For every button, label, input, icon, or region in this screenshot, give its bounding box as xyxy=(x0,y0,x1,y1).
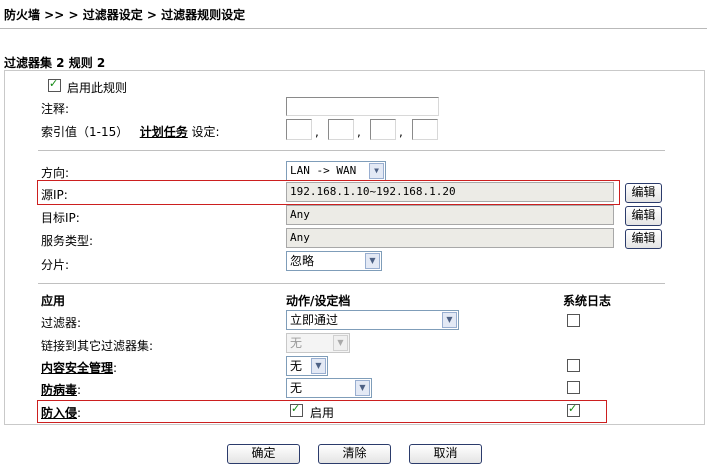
comment-input[interactable] xyxy=(286,97,439,116)
index-label: 索引值（1-15） 计划任务 设定: xyxy=(41,123,220,140)
enable-rule-label: 启用此规则 xyxy=(67,81,128,95)
link-other-value: 无 xyxy=(290,336,303,350)
cancel-button[interactable]: 取消 xyxy=(409,444,482,464)
csm-select[interactable]: 无 ▼ xyxy=(286,356,328,376)
service-edit-button[interactable]: 编辑 xyxy=(625,229,662,249)
fragment-select[interactable]: 忽略 ▼ xyxy=(286,251,382,271)
antivirus-colon: : xyxy=(77,383,82,397)
index-sep-3: , xyxy=(399,125,403,139)
header-app: 应用 xyxy=(41,294,66,308)
ips-enable-label: 启用 xyxy=(310,406,335,420)
chevron-down-icon: ▼ xyxy=(333,335,348,351)
comment-label: 注释: xyxy=(41,102,70,116)
chevron-down-icon: ▼ xyxy=(365,253,380,269)
filter-label: 过滤器: xyxy=(41,316,82,330)
dest-ip-field: Any xyxy=(286,205,614,225)
index-label-suffix: 设定: xyxy=(191,125,220,139)
enable-rule-checkbox[interactable] xyxy=(48,77,61,92)
ips-link[interactable]: 防入侵 xyxy=(41,406,77,420)
header-log: 系统日志 xyxy=(563,294,612,308)
link-other-select: 无 ▼ xyxy=(286,333,350,353)
header-action: 动作/设定档 xyxy=(286,294,351,308)
source-ip-label: 源IP: xyxy=(41,188,68,202)
csm-link[interactable]: 内容安全管理 xyxy=(41,361,113,375)
source-ip-field: 192.168.1.10~192.168.1.20 xyxy=(286,182,614,202)
csm-value: 无 xyxy=(290,359,303,373)
schedule-link[interactable]: 计划任务 xyxy=(140,125,188,139)
breadcrumb: 防火墙 >> > 过滤器设定 > 过滤器规则设定 xyxy=(4,8,246,22)
filter-set-title: 过滤器集 2 规则 2 xyxy=(4,56,106,70)
dest-ip-label: 目标IP: xyxy=(41,211,80,225)
antivirus-log-checkbox[interactable] xyxy=(567,381,580,394)
index-sep-2: , xyxy=(357,125,361,139)
direction-select[interactable]: LAN -> WAN ▼ xyxy=(286,161,386,181)
filter-action-select[interactable]: 立即通过 ▼ xyxy=(286,310,459,330)
ok-button[interactable]: 确定 xyxy=(227,444,300,464)
schedule-index-1[interactable] xyxy=(286,119,312,140)
fragment-value: 忽略 xyxy=(290,254,315,268)
clear-button[interactable]: 清除 xyxy=(318,444,391,464)
antivirus-select[interactable]: 无 ▼ xyxy=(286,378,372,398)
chevron-down-icon: ▼ xyxy=(311,358,326,374)
ips-label: 防入侵: xyxy=(41,404,81,421)
csm-log-checkbox[interactable] xyxy=(567,359,580,372)
section-divider-1 xyxy=(38,150,665,151)
antivirus-label: 防病毒: xyxy=(41,381,81,398)
chevron-down-icon: ▼ xyxy=(369,163,384,179)
antivirus-value: 无 xyxy=(290,381,303,395)
direction-value: LAN -> WAN xyxy=(290,164,357,177)
schedule-index-3[interactable] xyxy=(370,119,396,140)
index-label-prefix: 索引值（1-15） xyxy=(41,125,129,139)
schedule-index-2[interactable] xyxy=(328,119,354,140)
service-label: 服务类型: xyxy=(41,234,94,248)
header-divider xyxy=(0,28,707,29)
service-field: Any xyxy=(286,228,614,248)
chevron-down-icon: ▼ xyxy=(355,380,370,396)
csm-colon: : xyxy=(113,361,118,375)
ips-enable-checkbox[interactable] xyxy=(290,402,303,417)
source-ip-edit-button[interactable]: 编辑 xyxy=(625,183,662,203)
filter-action-value: 立即通过 xyxy=(290,313,339,327)
section-divider-2 xyxy=(38,283,665,284)
filter-log-checkbox[interactable] xyxy=(567,314,580,327)
schedule-index-4[interactable] xyxy=(412,119,438,140)
chevron-down-icon: ▼ xyxy=(442,312,457,328)
fragment-label: 分片: xyxy=(41,258,70,272)
ips-colon: : xyxy=(77,406,82,420)
antivirus-link[interactable]: 防病毒 xyxy=(41,383,77,397)
link-other-label: 链接到其它过滤器集: xyxy=(41,339,154,353)
csm-label: 内容安全管理: xyxy=(41,359,117,376)
index-sep-1: , xyxy=(315,125,319,139)
ips-log-checkbox[interactable] xyxy=(567,402,580,417)
dest-ip-edit-button[interactable]: 编辑 xyxy=(625,206,662,226)
direction-label: 方向: xyxy=(41,166,70,180)
